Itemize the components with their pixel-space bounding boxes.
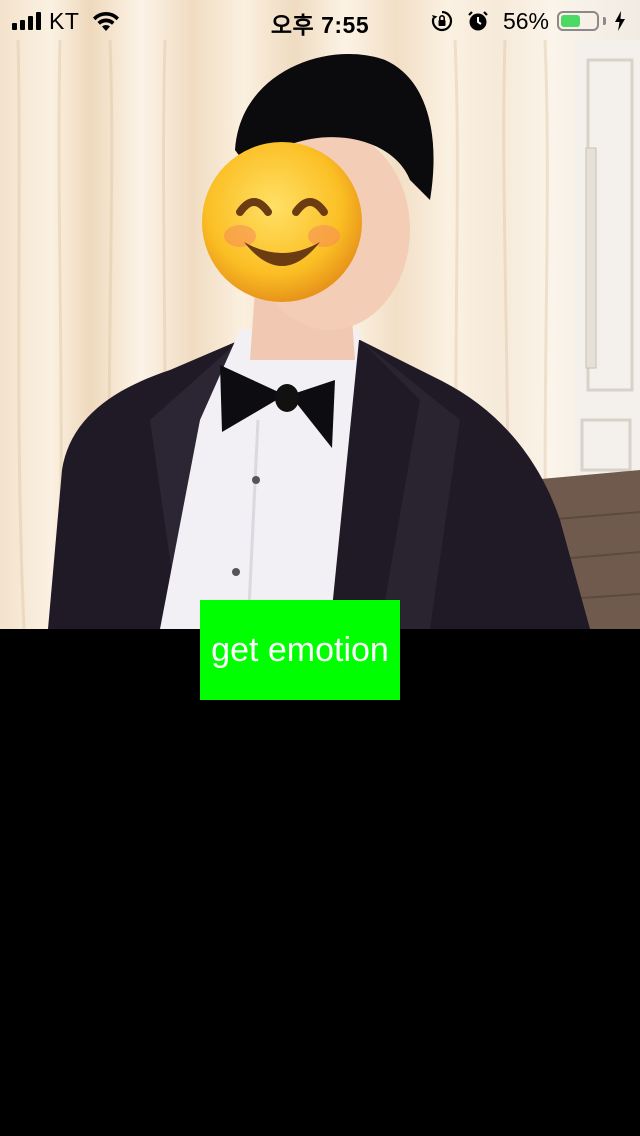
status-bar-right: 56% <box>431 8 626 34</box>
photo-image <box>16 39 640 629</box>
orientation-lock-icon <box>431 10 453 32</box>
photo-preview <box>0 0 640 629</box>
smiling-face-emoji <box>202 142 362 302</box>
content-area <box>0 629 640 1136</box>
battery-fill <box>561 15 580 27</box>
battery-percent: 56% <box>502 7 549 34</box>
battery-nub <box>603 17 606 25</box>
charging-bolt-icon <box>615 11 625 31</box>
get-emotion-button[interactable]: get emotion <box>200 600 400 700</box>
alarm-icon <box>468 11 488 31</box>
battery-icon <box>557 11 599 31</box>
status-bar: KT 오후 7:55 56% <box>0 0 640 40</box>
